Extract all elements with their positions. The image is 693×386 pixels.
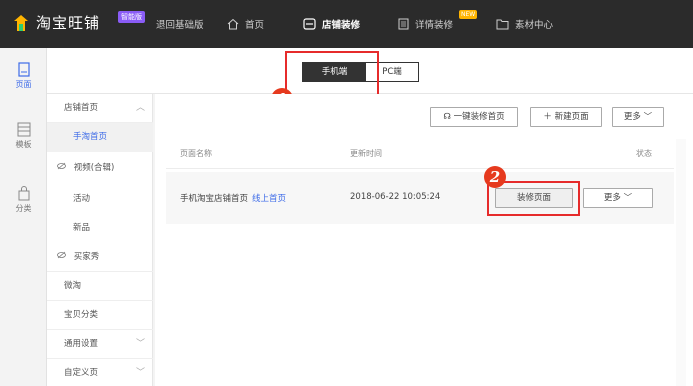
page-icon (0, 62, 47, 77)
nav-home[interactable]: 首页 (227, 0, 264, 48)
row-page-name: 手机淘宝店铺首页 线上首页 (180, 192, 286, 204)
rail-item-template-label: 模板 (15, 140, 32, 149)
new-badge: NEW (459, 10, 478, 19)
back-to-basic-link[interactable]: 退回基础版 (156, 0, 204, 48)
nav-detail-decoration-label: 详情装修 (415, 20, 454, 31)
table-header: 页面名称 更新时间 状态 (166, 139, 674, 169)
back-to-basic-label: 退回基础版 (156, 20, 204, 31)
menu-item-buyer-show-label: 买家秀 (73, 252, 100, 262)
template-icon (0, 122, 47, 137)
home-icon (227, 18, 239, 30)
row-more-label: 更多 (603, 193, 621, 203)
menu-item-buyer-show[interactable]: 买家秀 (47, 243, 153, 272)
header-status: 状态 (636, 149, 652, 158)
menu-item-activity[interactable]: 活动 (47, 185, 153, 214)
menu-item-weitao[interactable]: 微淘 (47, 272, 153, 301)
one-click-decorate-button[interactable]: ☊ 一键装修首页 (430, 107, 518, 127)
online-home-link[interactable]: 线上首页 (252, 194, 286, 204)
smart-edition-badge: 智能版 (118, 11, 145, 23)
menu-item-shop-home[interactable]: 店铺首页 ︿ (47, 94, 153, 123)
top-bar: 淘宝旺铺 智能版 退回基础版 首页 店铺装修 详情装修 NEW 素材中心 (0, 0, 693, 48)
menu-item-custom-page-label: 自定义页 (64, 368, 99, 378)
document-icon (398, 18, 409, 30)
page-menu: 店铺首页 ︿ 手淘首页 视频(合辑) 活动 新品 买家秀 微淘 宝贝分类 通用设… (47, 94, 153, 386)
menu-item-general-settings-label: 通用设置 (64, 339, 99, 349)
nav-home-label: 首页 (245, 20, 265, 31)
one-click-decorate-label: 一键装修首页 (453, 112, 505, 122)
chevron-down-icon: ﹀ (135, 368, 145, 378)
menu-item-new-products-label: 新品 (73, 223, 91, 233)
category-icon (0, 186, 47, 201)
rail-item-category-label: 分类 (15, 204, 32, 213)
folder-icon (496, 18, 509, 30)
nav-shop-decoration[interactable]: 店铺装修 (303, 0, 360, 48)
eye-off-icon (57, 154, 66, 183)
new-page-label: 新建页面 (554, 112, 589, 122)
logo-text: 淘宝旺铺 (36, 14, 101, 32)
menu-item-video[interactable]: 视频(合辑) (47, 154, 153, 183)
nav-material-center[interactable]: 素材中心 (496, 0, 553, 48)
plus-icon: ＋ (543, 112, 552, 122)
chevron-down-icon: ﹀ (135, 339, 145, 349)
eye-off-icon (57, 243, 66, 272)
left-rail: 页面 模板 分类 (0, 48, 47, 386)
new-page-button[interactable]: ＋ 新建页面 (530, 107, 602, 127)
menu-item-mobile-taobao-home-label: 手淘首页 (73, 132, 108, 142)
row-more-button[interactable]: 更多 ﹀ (583, 188, 653, 208)
main-panel (155, 94, 693, 386)
menu-item-product-category-label: 宝贝分类 (64, 310, 99, 320)
menu-item-video-label: 视频(合辑) (73, 163, 115, 173)
row-updated-time: 2018-06-22 10:05:24 (350, 192, 441, 202)
shop-icon (303, 18, 316, 30)
menu-item-weitao-label: 微淘 (64, 281, 82, 291)
header-page-name: 页面名称 (180, 149, 212, 158)
menu-item-activity-label: 活动 (73, 194, 91, 204)
magic-icon: ☊ (443, 112, 451, 122)
chevron-down-icon: ﹀ (623, 193, 633, 203)
row-page-name-text: 手机淘宝店铺首页 (180, 194, 249, 204)
highlight-box-mobile-tab (285, 51, 379, 97)
nav-material-center-label: 素材中心 (515, 20, 554, 31)
nav-detail-decoration[interactable]: 详情装修 (398, 0, 453, 48)
rail-item-category[interactable]: 分类 (0, 186, 47, 214)
chevron-down-icon: ﹀ (643, 112, 653, 122)
table-scrollbar[interactable] (676, 139, 686, 386)
menu-item-new-products[interactable]: 新品 (47, 214, 153, 243)
menu-item-shop-home-label: 店铺首页 (64, 103, 99, 113)
more-toolbar-label: 更多 (623, 112, 641, 122)
menu-item-product-category[interactable]: 宝贝分类 (47, 301, 153, 330)
menu-item-custom-page[interactable]: 自定义页 ﹀ (47, 359, 153, 386)
rail-item-template[interactable]: 模板 (0, 122, 47, 150)
chevron-up-icon: ︿ (135, 103, 145, 113)
header-updated-time: 更新时间 (350, 149, 382, 158)
step-marker-2: 2 (484, 166, 506, 188)
more-toolbar-button[interactable]: 更多 ﹀ (612, 107, 664, 127)
rail-item-page[interactable]: 页面 (0, 62, 47, 90)
rail-item-page-label: 页面 (15, 80, 32, 89)
logo-icon (12, 13, 30, 33)
menu-item-mobile-taobao-home[interactable]: 手淘首页 (47, 123, 153, 152)
menu-item-general-settings[interactable]: 通用设置 ﹀ (47, 330, 153, 359)
nav-shop-decoration-label: 店铺装修 (322, 20, 361, 31)
app-logo[interactable]: 淘宝旺铺 (12, 12, 100, 33)
